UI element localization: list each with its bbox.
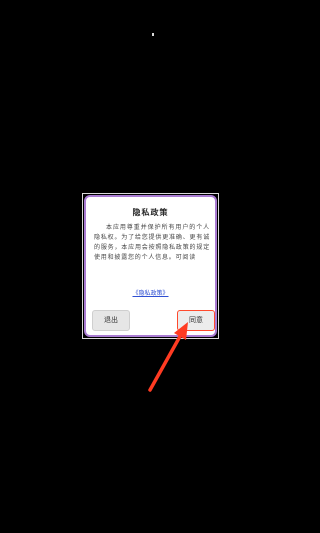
dialog-body-text: 本应用尊重并保护所有用户的个人隐私权。为了给您提供更准确、更有诚的服务，本应用会… <box>94 224 210 261</box>
privacy-dialog: 隐私政策 本应用尊重并保护所有用户的个人隐私权。为了给您提供更准确、更有诚的服务… <box>84 195 217 337</box>
dialog-title: 隐私政策 <box>132 208 169 217</box>
exit-button[interactable]: 退出 <box>92 310 130 331</box>
screen: 隐私政策 本应用尊重并保护所有用户的个人隐私权。为了给您提供更准确、更有诚的服务… <box>0 0 300 533</box>
agree-button[interactable]: 同意 <box>177 310 215 331</box>
status-indicator <box>152 33 154 36</box>
privacy-policy-link[interactable]: 《隐私政策》 <box>86 288 215 297</box>
